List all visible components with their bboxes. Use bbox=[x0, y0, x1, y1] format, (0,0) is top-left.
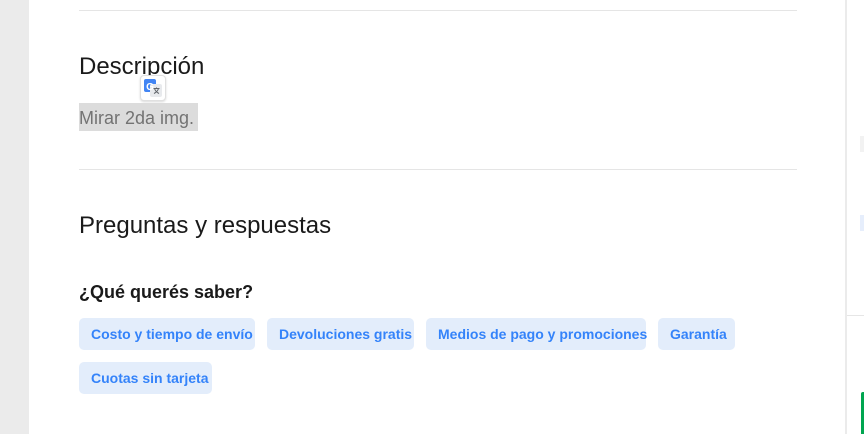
google-translate-icon[interactable]: G bbox=[140, 75, 166, 101]
quick-question-returns[interactable]: Devoluciones gratis bbox=[267, 318, 414, 350]
description-text: Mirar 2da img. bbox=[79, 103, 199, 131]
translate-badge-letter: G bbox=[146, 82, 154, 93]
translate-glyph-icon: G bbox=[144, 79, 162, 97]
qa-prompt: ¿Qué querés saber? bbox=[79, 282, 254, 302]
quick-question-warranty[interactable]: Garantía bbox=[658, 318, 735, 350]
side-panel-card bbox=[847, 0, 864, 434]
side-panel-fragment bbox=[860, 136, 864, 152]
quick-question-shipping[interactable]: Costo y tiempo de envío bbox=[79, 318, 255, 350]
side-panel-fragment bbox=[860, 215, 864, 231]
section-divider bbox=[79, 169, 797, 170]
side-panel-divider bbox=[847, 315, 864, 316]
section-divider bbox=[79, 10, 797, 11]
qa-title: Preguntas y respuestas bbox=[79, 212, 332, 239]
quick-question-installments[interactable]: Cuotas sin tarjeta bbox=[79, 362, 212, 394]
quick-question-payment[interactable]: Medios de pago y promociones bbox=[426, 318, 647, 350]
